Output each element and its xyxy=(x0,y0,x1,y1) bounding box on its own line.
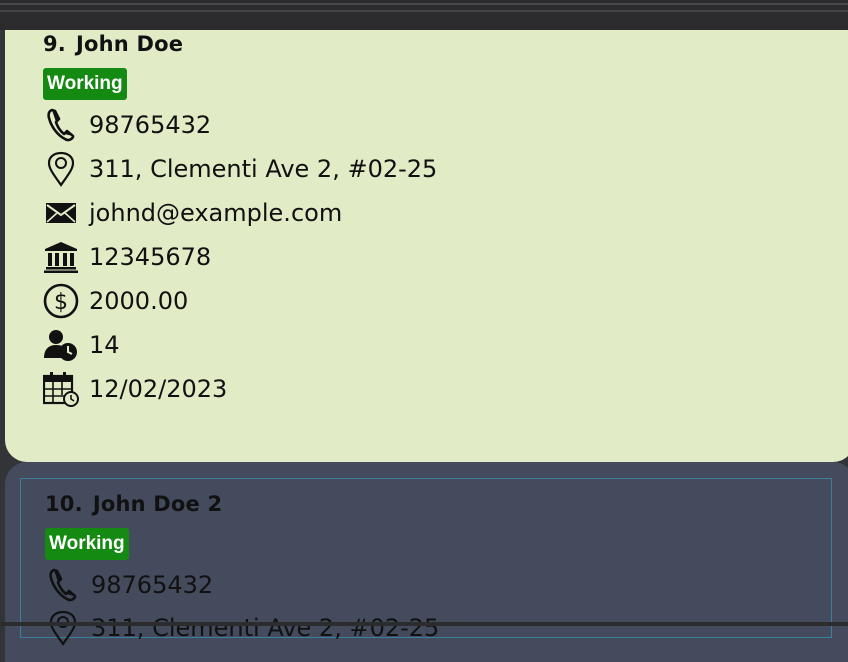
status-badge: Working xyxy=(45,528,129,560)
phone-value: 98765432 xyxy=(91,571,214,599)
address-value: 311, Clementi Ave 2, #02-25 xyxy=(91,614,440,642)
calendar-clock-icon xyxy=(43,371,79,407)
svg-text:$: $ xyxy=(54,290,68,315)
leave-days-value: 14 xyxy=(89,331,120,359)
location-pin-icon xyxy=(45,610,81,646)
date-row: 12/02/2023 xyxy=(43,369,227,409)
person-title: 9. John Doe xyxy=(43,32,183,56)
date-value: 12/02/2023 xyxy=(89,375,228,403)
envelope-icon xyxy=(43,195,79,231)
address-row: 311, Clementi Ave 2, #02-25 xyxy=(45,608,439,648)
email-row: johnd@example.com xyxy=(43,193,342,233)
email-value: johnd@example.com xyxy=(89,199,343,227)
phone-row: 98765432 xyxy=(43,105,211,145)
dollar-coin-icon: $ xyxy=(43,283,79,319)
address-value: 311, Clementi Ave 2, #02-25 xyxy=(89,155,438,183)
bank-account-value: 12345678 xyxy=(89,243,212,271)
person-name: John Doe xyxy=(76,32,184,56)
status-badge: Working xyxy=(43,68,127,100)
window-top-bar xyxy=(0,0,848,30)
person-index: 10. xyxy=(45,492,83,516)
person-clock-icon xyxy=(43,327,79,363)
person-index: 9. xyxy=(43,32,66,56)
top-bar-divider xyxy=(0,3,848,5)
leave-days-row: 14 xyxy=(43,325,120,365)
bank-icon xyxy=(43,239,79,275)
salary-row: $ 2000.00 xyxy=(43,281,188,321)
location-pin-icon xyxy=(43,151,79,187)
top-bar-divider xyxy=(0,10,848,12)
person-name: John Doe 2 xyxy=(92,492,223,516)
address-row: 311, Clementi Ave 2, #02-25 xyxy=(43,149,437,189)
phone-icon xyxy=(45,567,81,603)
salary-value: 2000.00 xyxy=(89,287,189,315)
bank-account-row: 12345678 xyxy=(43,237,211,277)
bottom-edge xyxy=(0,622,848,626)
phone-icon xyxy=(43,107,79,143)
phone-row: 98765432 xyxy=(45,565,213,605)
phone-value: 98765432 xyxy=(89,111,212,139)
person-title: 10. John Doe 2 xyxy=(45,492,222,516)
